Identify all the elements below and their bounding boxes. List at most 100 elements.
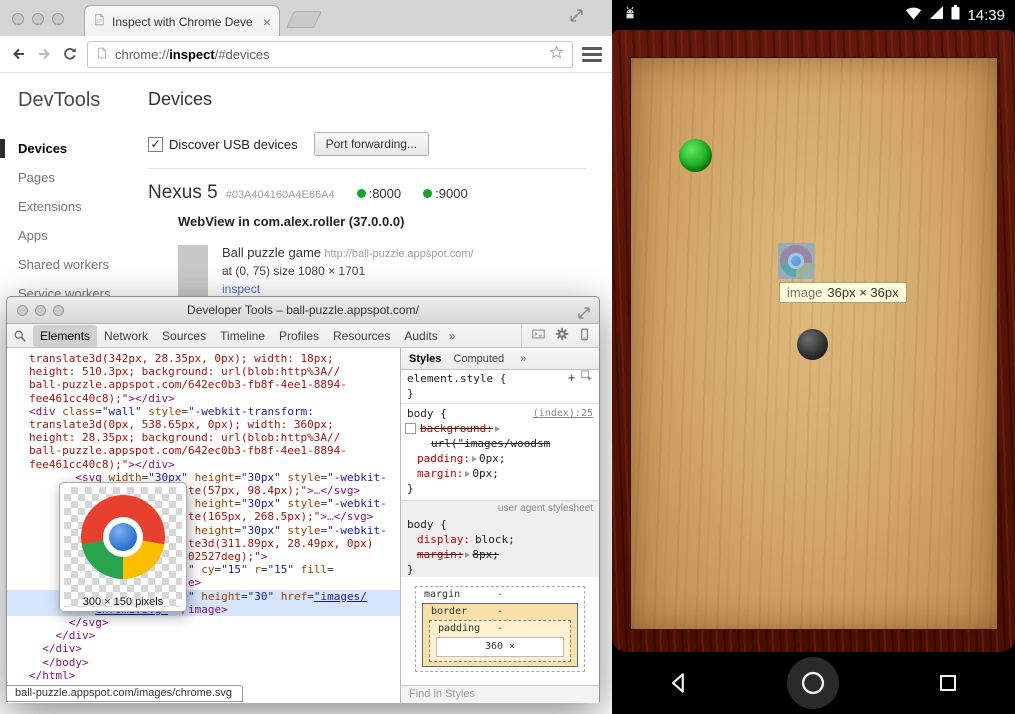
devtools-zoom-button[interactable]	[53, 305, 64, 316]
sidebar-item-shared-workers[interactable]: Shared workers	[0, 252, 148, 277]
devtools-tab-profiles[interactable]: Profiles	[272, 325, 326, 347]
code-line[interactable]: height: 510.3px; background: url(blob:ht…	[7, 365, 400, 378]
box-model-margin[interactable]: margin- border- padding- 360 ×	[415, 586, 585, 672]
devtools-tab-network[interactable]: Network	[97, 325, 155, 347]
css-property-ua-margin[interactable]: margin:	[417, 547, 463, 562]
devtools-minimize-button[interactable]	[35, 305, 46, 316]
checkmark-icon: ✓	[150, 138, 160, 150]
window-close-button[interactable]	[12, 13, 24, 25]
code-line[interactable]: </body>	[7, 656, 400, 669]
wifi-icon	[905, 6, 922, 25]
window-popout-icon[interactable]	[569, 8, 584, 28]
url-path: /#devices	[215, 47, 270, 62]
tab-styles[interactable]: Styles	[409, 353, 441, 365]
css-value-background[interactable]: url("images/woodsm	[431, 437, 550, 450]
green-ball[interactable]	[679, 139, 712, 172]
devtools-sidebar: DevTools Devices Pages Extensions Apps S…	[0, 73, 148, 310]
code-line[interactable]: translate3d(342px, 28.35px, 0px); width:…	[7, 352, 400, 365]
css-value-padding[interactable]: 0px;	[479, 451, 506, 466]
code-line[interactable]: </html>	[7, 669, 400, 682]
settings-gear-icon[interactable]	[555, 327, 569, 344]
menu-button[interactable]	[582, 47, 602, 62]
box-model-content[interactable]: 360 ×	[436, 637, 564, 657]
recents-nav-button[interactable]	[912, 657, 984, 709]
reload-button[interactable]	[62, 46, 78, 62]
devtools-tab-elements[interactable]: Elements	[33, 325, 97, 347]
chrome-ball[interactable]	[778, 243, 814, 279]
box-model-padding[interactable]: padding- 360 ×	[429, 620, 571, 662]
sidebar-item-devices[interactable]: Devices	[0, 136, 148, 161]
tab-computed[interactable]: Computed	[453, 353, 504, 365]
device-mode-icon[interactable]	[578, 327, 591, 345]
back-nav-button[interactable]	[643, 657, 715, 709]
devtools-close-button[interactable]	[17, 305, 28, 316]
tab-close-icon[interactable]: ×	[263, 15, 271, 29]
expand-arrow-icon[interactable]	[495, 426, 500, 432]
code-line[interactable]: fee461cc40c8);"></div>	[7, 458, 400, 471]
port-link-9000[interactable]: :9000	[423, 186, 468, 201]
discover-usb-checkbox[interactable]: ✓	[148, 137, 163, 152]
devtools-titlebar[interactable]: Developer Tools – ball-puzzle.appspot.co…	[7, 297, 599, 324]
code-line[interactable]: height: 28.35px; background: url(blob:ht…	[7, 431, 400, 444]
port-forwarding-button[interactable]: Port forwarding...	[314, 132, 429, 156]
find-styles-input[interactable]: Find in Styles	[401, 685, 599, 703]
devtools-popout-icon[interactable]	[577, 303, 591, 329]
code-line[interactable]: ball-puzzle.appspot.com/642ec0b3-fb8f-4e…	[7, 444, 400, 457]
box-model-border[interactable]: border- padding- 360 ×	[422, 603, 578, 667]
devtools-tab-timeline[interactable]: Timeline	[213, 325, 272, 347]
bookmark-star-icon[interactable]	[549, 45, 564, 63]
devtools-body: translate3d(342px, 28.35px, 0px); width:…	[7, 348, 599, 703]
window-zoom-button[interactable]	[52, 13, 64, 25]
omnibox[interactable]: chrome://inspect/#devices	[87, 41, 573, 68]
element-style-rule[interactable]: element.style {	[407, 371, 506, 386]
tab-favicon-icon	[93, 12, 106, 32]
back-button[interactable]	[10, 46, 27, 62]
code-line[interactable]: </svg>	[7, 616, 400, 629]
styles-tabs-overflow-icon[interactable]: »	[516, 353, 530, 365]
home-nav-button[interactable]	[777, 657, 849, 709]
ua-body-selector[interactable]: body {	[401, 517, 599, 532]
new-tab-button[interactable]	[286, 11, 322, 28]
devtools-tab-sources[interactable]: Sources	[155, 325, 213, 347]
search-icon[interactable]	[13, 329, 27, 343]
stylesheet-source-link[interactable]: (index):25	[533, 406, 593, 421]
expand-arrow-icon[interactable]	[465, 471, 470, 477]
css-property-background[interactable]: background:	[420, 422, 493, 435]
page-thumbnail	[178, 245, 208, 297]
css-property-margin[interactable]: margin:	[417, 466, 463, 481]
code-line[interactable]: fee461cc40c8);"></div>	[7, 392, 400, 405]
element-size-tooltip: image 36px × 36px	[779, 282, 907, 303]
code-line[interactable]: translate3d(0px, 538.65px, 0px); width: …	[7, 418, 400, 431]
new-style-rule-icon[interactable]: +	[568, 371, 575, 385]
css-value-ua-margin[interactable]: 8px;	[472, 547, 499, 562]
code-line[interactable]: </div>	[7, 629, 400, 642]
code-line[interactable]: ball-puzzle.appspot.com/642ec0b3-fb8f-4e…	[7, 378, 400, 391]
status-link-bubble: ball-puzzle.appspot.com/images/chrome.sv…	[6, 685, 243, 702]
browser-tab[interactable]: Inspect with Chrome Deve ×	[84, 5, 280, 37]
inspect-link[interactable]: inspect	[222, 282, 260, 296]
console-drawer-icon[interactable]	[531, 327, 546, 344]
css-value-margin[interactable]: 0px;	[472, 466, 499, 481]
devtools-tab-resources[interactable]: Resources	[326, 325, 397, 347]
code-line[interactable]: </div>	[7, 642, 400, 655]
code-line[interactable]: <div class="wall" style="-webkit-transfo…	[7, 405, 400, 418]
port-link-8000[interactable]: :8000	[357, 186, 402, 201]
forward-button[interactable]	[36, 46, 53, 62]
dark-ball[interactable]	[797, 329, 828, 360]
css-property-display[interactable]: display:	[417, 532, 470, 547]
sidebar-item-pages[interactable]: Pages	[0, 165, 148, 190]
property-checkbox[interactable]	[405, 423, 416, 434]
discover-usb-label[interactable]: Discover USB devices	[169, 137, 298, 152]
webview-info: Ball puzzle game http://ball-puzzle.apps…	[222, 245, 474, 297]
devtools-tab-audits[interactable]: Audits	[397, 325, 444, 347]
expand-arrow-icon[interactable]	[465, 552, 470, 558]
expand-arrow-icon[interactable]	[472, 456, 477, 462]
tabs-overflow-icon[interactable]: »	[445, 329, 460, 343]
body-rule-selector[interactable]: body {	[407, 406, 447, 421]
sidebar-item-apps[interactable]: Apps	[0, 223, 148, 248]
element-picker-icon[interactable]	[581, 370, 593, 386]
css-property-padding[interactable]: padding:	[417, 451, 470, 466]
css-value-display[interactable]: block;	[475, 532, 515, 547]
window-minimize-button[interactable]	[32, 13, 44, 25]
sidebar-item-extensions[interactable]: Extensions	[0, 194, 148, 219]
